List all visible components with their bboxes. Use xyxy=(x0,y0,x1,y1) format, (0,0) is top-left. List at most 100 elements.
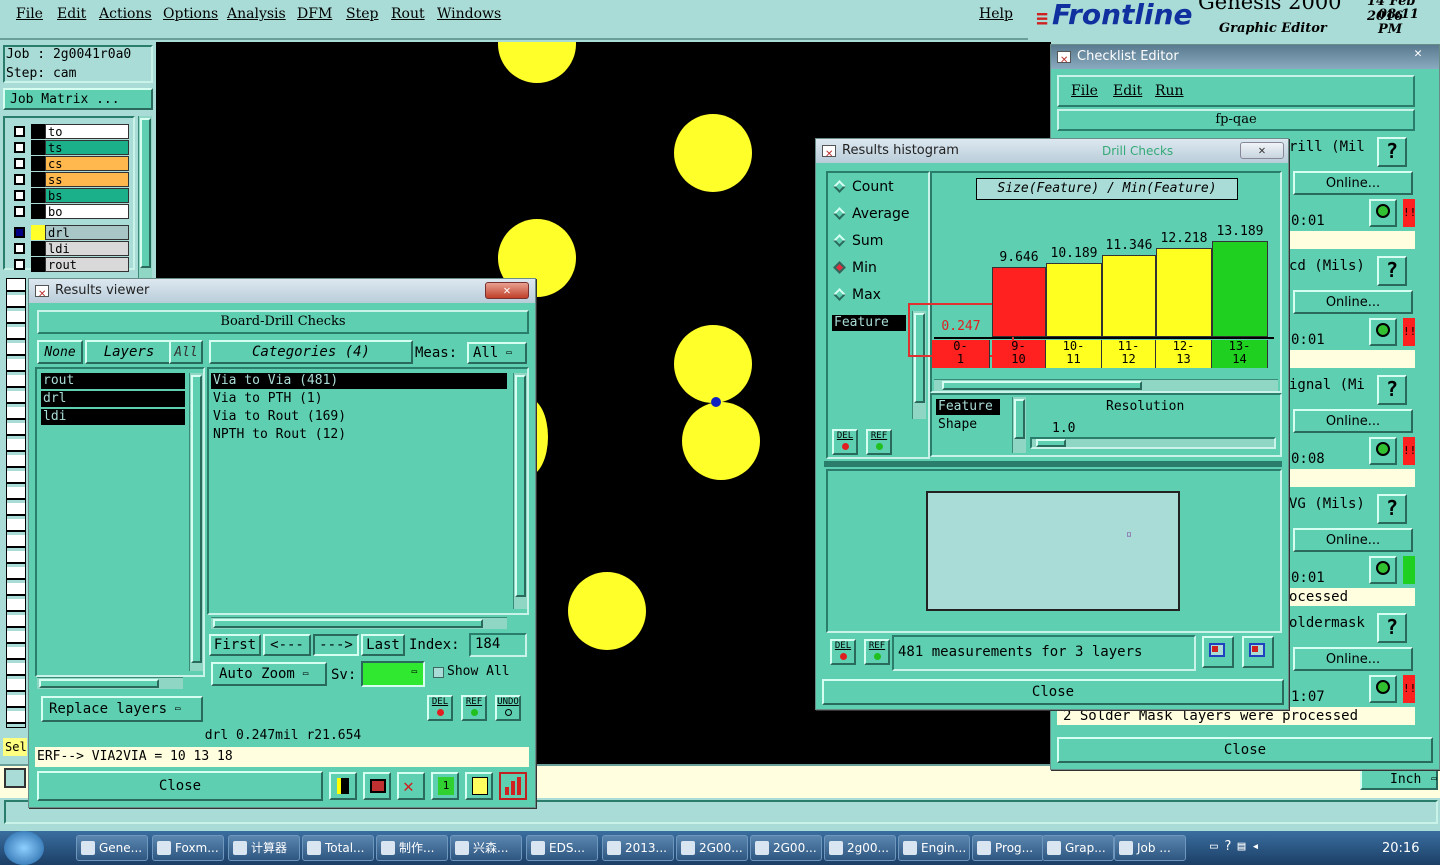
index-input[interactable]: 184 xyxy=(469,633,527,657)
close-window-icon[interactable]: ✕ xyxy=(485,282,529,299)
category-item[interactable]: NPTH to Rout (12) xyxy=(211,427,507,443)
category-item[interactable]: Via to PTH (1) xyxy=(211,391,507,407)
preview-ref-button[interactable]: REF xyxy=(864,639,890,665)
layer-row-cs[interactable]: cs xyxy=(11,156,129,171)
taskbar-item[interactable]: Foxm... xyxy=(152,835,224,861)
hist-ref-button[interactable]: REF xyxy=(866,429,892,455)
menu-rout[interactable]: Rout xyxy=(391,6,425,22)
zoom-icon[interactable] xyxy=(1369,437,1397,465)
taskbar-item[interactable]: Engin... xyxy=(898,835,970,861)
category-item[interactable]: Via to Via (481) xyxy=(211,373,507,389)
feature-shape-item[interactable]: Feature xyxy=(936,399,1000,415)
job-matrix-button[interactable]: Job Matrix ... xyxy=(3,88,153,110)
taskbar-item[interactable]: 2G00... xyxy=(676,835,748,861)
taskbar-item[interactable]: 2G00... xyxy=(750,835,822,861)
display-options-icon[interactable] xyxy=(329,772,357,800)
report-icon[interactable] xyxy=(363,772,391,800)
layer-row-bs[interactable]: bs xyxy=(11,188,129,203)
feature-list-item[interactable]: Feature xyxy=(832,315,906,331)
all-button[interactable]: All xyxy=(169,340,203,364)
menu-dfm[interactable]: DFM xyxy=(297,6,332,22)
export-icon[interactable] xyxy=(1202,636,1234,668)
checklist-menu-run[interactable]: Run xyxy=(1155,83,1184,99)
severity-selector[interactable]: ▭ xyxy=(361,661,425,687)
histogram-bar[interactable] xyxy=(992,267,1046,337)
numbered-list-icon[interactable]: 1 xyxy=(431,772,459,800)
notes-icon[interactable] xyxy=(465,772,493,800)
import-icon[interactable] xyxy=(1242,636,1274,668)
online-button[interactable]: Online... xyxy=(1293,290,1413,314)
close-window-icon[interactable]: ✕ xyxy=(1240,142,1284,159)
menu-options[interactable]: Options xyxy=(163,6,218,22)
layers-button[interactable]: Layers xyxy=(85,340,173,364)
histogram-bin-label[interactable]: 10- 11 xyxy=(1046,340,1102,368)
menu-edit[interactable]: Edit xyxy=(57,6,86,22)
result-layer-item[interactable]: ldi xyxy=(41,409,185,425)
none-button[interactable]: None xyxy=(37,340,83,364)
menu-help[interactable]: Help xyxy=(979,6,1013,22)
volume-icon[interactable]: ◂ xyxy=(1251,839,1265,854)
help-icon[interactable]: ? xyxy=(1377,494,1407,524)
online-button[interactable]: Online... xyxy=(1293,171,1413,195)
layer-row-rout[interactable]: rout xyxy=(11,257,129,272)
meas-selector[interactable]: All ▭ xyxy=(467,342,527,364)
unit-selector[interactable]: Inch ▭ xyxy=(1360,768,1438,790)
results-viewer-titlebar[interactable]: Results viewer xyxy=(29,279,535,307)
menu-analysis[interactable]: Analysis xyxy=(227,6,286,22)
help-icon[interactable]: ? xyxy=(1377,375,1407,405)
categories-button[interactable]: Categories (4) xyxy=(209,340,413,364)
layer-row-ldi[interactable]: ldi xyxy=(11,241,129,256)
next-button[interactable]: ---> xyxy=(313,634,359,656)
histogram-bin-label[interactable]: 11- 12 xyxy=(1102,340,1156,368)
delete-all-icon[interactable]: ✕ xyxy=(397,772,425,800)
mode-count[interactable]: Count xyxy=(832,179,922,206)
histogram-bar[interactable] xyxy=(1046,263,1102,337)
board-preview[interactable]: ▫ xyxy=(926,491,1180,611)
help-icon[interactable]: ? xyxy=(1377,256,1407,286)
result-layer-item[interactable]: drl xyxy=(41,391,185,407)
resolution-list-scrollbar[interactable] xyxy=(1012,397,1026,453)
checklist-titlebar[interactable]: Checklist Editor xyxy=(1051,45,1439,73)
checklist-menu-file[interactable]: File xyxy=(1071,83,1098,99)
preview-del-button[interactable]: DEL xyxy=(830,639,856,665)
replace-layers-selector[interactable]: Replace layers ▭ xyxy=(41,696,203,722)
taskbar-item[interactable]: Job ... xyxy=(1114,835,1186,861)
close-window-icon[interactable]: ✕ xyxy=(1403,46,1433,64)
zoom-icon[interactable] xyxy=(1369,556,1397,584)
histogram-bin-label[interactable]: 0- 1 xyxy=(932,340,990,368)
close-button[interactable]: Close xyxy=(37,771,323,801)
layer-row-to[interactable]: to xyxy=(11,124,129,139)
auto-zoom-selector[interactable]: Auto Zoom ▭ xyxy=(211,662,327,686)
layer-row-ts[interactable]: ts xyxy=(11,140,129,155)
mode-min[interactable]: Min xyxy=(832,260,922,287)
histogram-close-button[interactable]: Close xyxy=(822,679,1284,705)
result-layer-item[interactable]: rout xyxy=(41,373,185,389)
first-button[interactable]: First xyxy=(209,634,261,656)
prev-button[interactable]: <--- xyxy=(263,634,311,656)
layer-results-scrollbar[interactable] xyxy=(189,373,203,671)
pointer-tool-icon[interactable] xyxy=(4,768,26,788)
taskbar-item[interactable]: EDS... xyxy=(526,835,598,861)
histogram-bin-label[interactable]: 9- 10 xyxy=(992,340,1046,368)
category-hscrollbar[interactable] xyxy=(211,617,507,629)
checklist-close-button[interactable]: Close xyxy=(1057,737,1433,763)
online-button[interactable]: Online... xyxy=(1293,409,1413,433)
category-item[interactable]: Via to Rout (169) xyxy=(211,409,507,425)
layer-row-drl[interactable]: drl xyxy=(11,225,129,240)
taskbar-item[interactable]: Total... xyxy=(302,835,374,861)
taskbar-item[interactable]: 2013... xyxy=(602,835,674,861)
menu-file[interactable]: File xyxy=(16,6,43,22)
checklist-menu-edit[interactable]: Edit xyxy=(1113,83,1142,99)
hist-del-button[interactable]: DEL xyxy=(832,429,858,455)
network-icon[interactable]: ▤ xyxy=(1238,839,1252,854)
histogram-bar[interactable] xyxy=(1156,248,1212,337)
category-scrollbar[interactable] xyxy=(513,373,527,609)
histogram-bar[interactable] xyxy=(1212,241,1268,337)
shape-item[interactable]: Shape xyxy=(938,417,977,432)
layer-row-bo[interactable]: bo xyxy=(11,204,129,219)
help-icon[interactable]: ? xyxy=(1377,613,1407,643)
layer-results-hscrollbar[interactable] xyxy=(37,677,183,689)
menu-actions[interactable]: Actions xyxy=(99,6,152,22)
taskbar-item[interactable]: Gene... xyxy=(76,835,148,861)
menu-windows[interactable]: Windows xyxy=(437,6,501,22)
